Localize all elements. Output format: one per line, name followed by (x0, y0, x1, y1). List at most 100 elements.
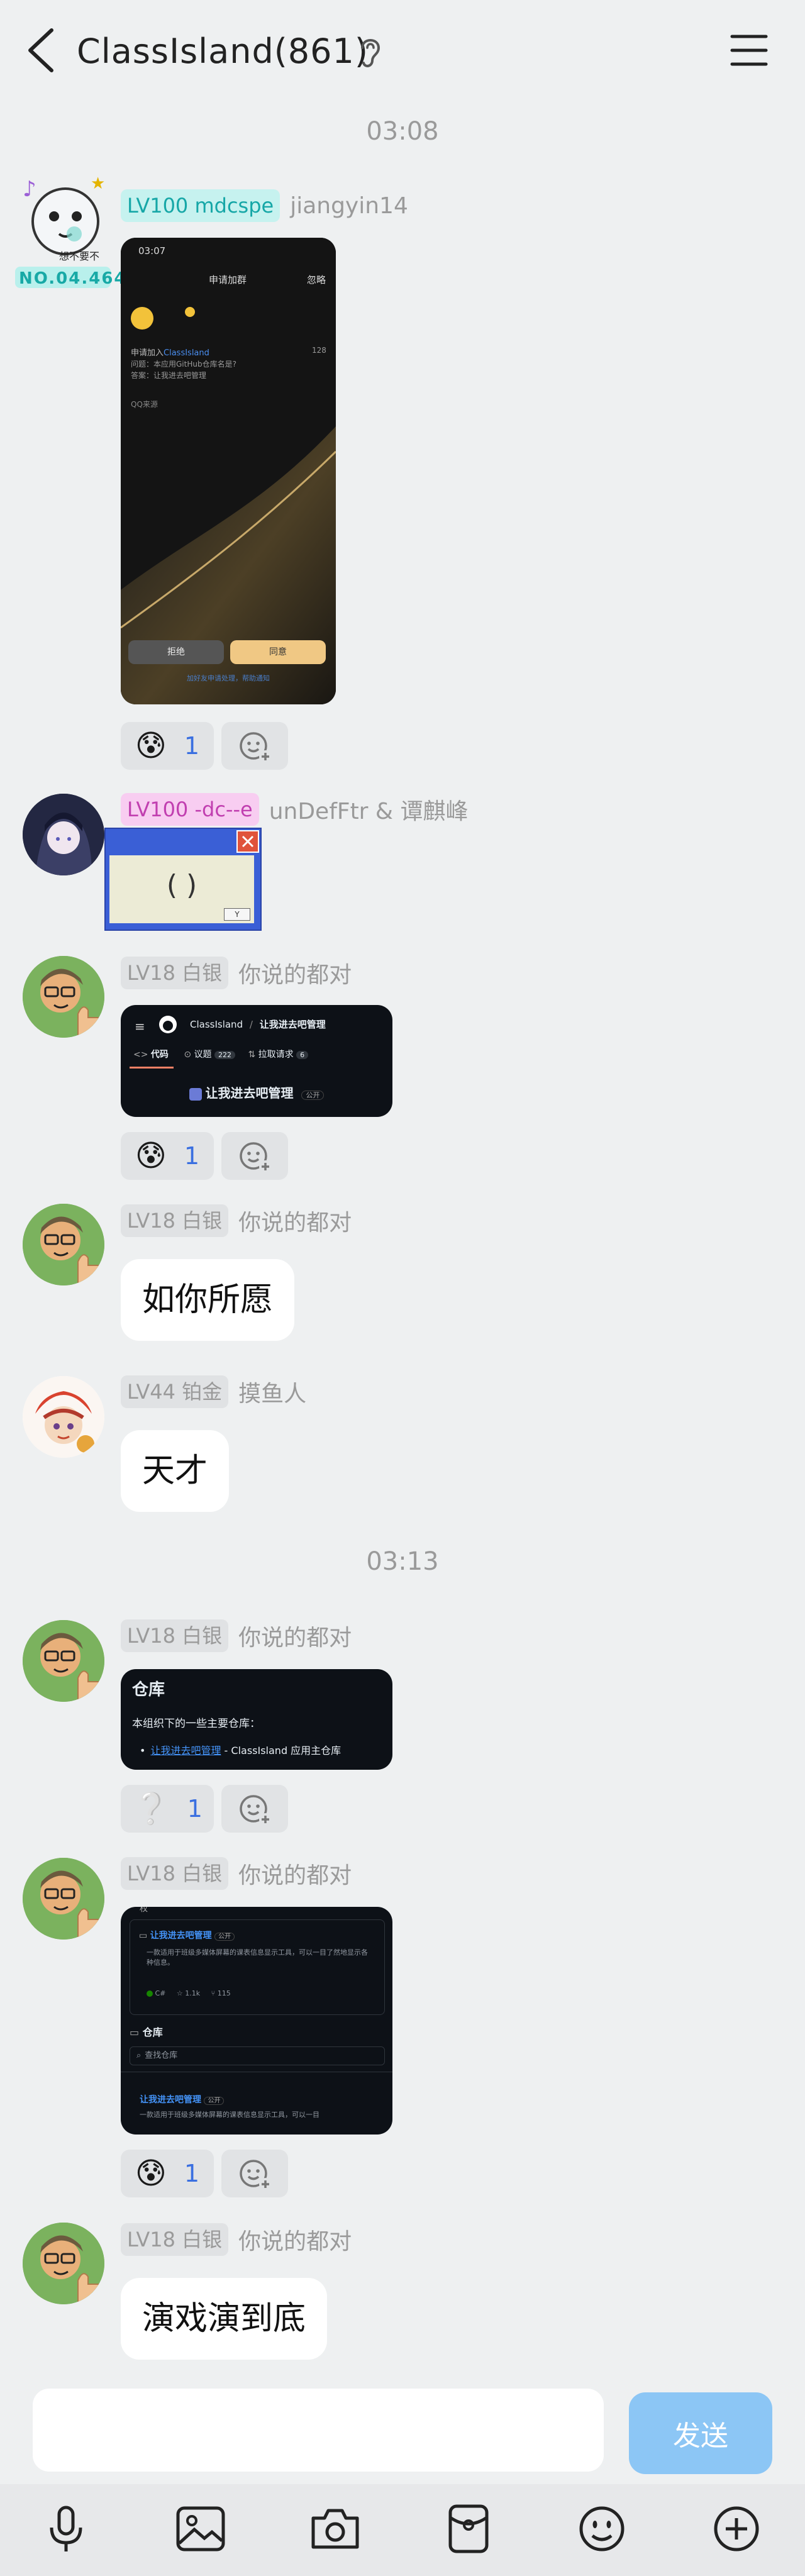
avatar-thumbs-up-icon (23, 1204, 104, 1285)
plus-icon[interactable] (708, 2501, 765, 2557)
chat-header: ClassIsland(861) (0, 0, 805, 101)
add-reaction-button[interactable] (221, 1785, 288, 1833)
gh-section: ▭ 仓库 (130, 2026, 163, 2038)
chat-title[interactable]: ClassIsland(861) (77, 29, 369, 74)
back-arrow-icon[interactable] (24, 26, 59, 74)
phone-reject-button: 拒绝 (128, 640, 224, 664)
send-button[interactable]: 发送 (629, 2392, 772, 2474)
svg-text:♪: ♪ (23, 177, 36, 202)
gh-repos-heading: 仓库 (132, 1680, 165, 1699)
microphone-icon[interactable] (38, 2501, 94, 2557)
phone-source: QQ来源 (131, 400, 158, 409)
sender-nickname[interactable]: 你说的都对 (238, 1619, 352, 1652)
avatar-thumbs-up-icon (23, 2223, 104, 2304)
message-input[interactable] (33, 2389, 604, 2472)
sticker-message[interactable]: ( ) Y (104, 828, 262, 931)
gh-cut-text: 权 (140, 1907, 148, 1914)
phone-apply: 申请加入ClassIsland (131, 348, 209, 358)
gh-repo-card: ▭ 让我进去吧管理 公开 一款适用于班级多媒体屏幕的课表信息显示工具，可以一目了… (130, 1919, 385, 2015)
add-reaction-button[interactable] (221, 2150, 288, 2197)
emoji-icon[interactable] (574, 2501, 630, 2557)
avatar[interactable] (23, 794, 104, 875)
avatar[interactable] (23, 1204, 104, 1285)
reaction-chip[interactable]: 😰 1 (121, 1132, 214, 1180)
cold-sweat-emoji-icon: 😰 (135, 2156, 167, 2191)
gh-search-box: ⌕ 查找仓库 (130, 2046, 385, 2065)
sender-nickname[interactable]: 摸鱼人 (238, 1375, 306, 1408)
input-toolbar (0, 2484, 805, 2576)
avatar-code: NO.04.464 (19, 269, 127, 288)
gh-tab-underline (130, 1067, 174, 1069)
gh-hamburger-icon: ≡ (135, 1019, 145, 1034)
reaction-chip[interactable]: 😰 1 (121, 2150, 214, 2197)
text-message[interactable]: 天才 (121, 1430, 230, 1512)
phone-accept-button: 同意 (230, 640, 326, 664)
image-message[interactable]: 仓库 本组织下的一些主要仓库： • 让我进去吧管理 - ClassIsland 应… (121, 1669, 392, 1770)
gh-pr-icon: ⇅ (248, 1050, 256, 1060)
sticker-text: ( ) (166, 869, 197, 901)
fork-icon: ⑂ (211, 1989, 216, 1997)
sender-nickname[interactable]: jiangyin14 (290, 193, 408, 219)
sticker-button: Y (224, 908, 250, 921)
sender-nickname[interactable]: unDefFtr & 谭麒峰 (269, 793, 469, 826)
avatar-lion-dance-icon (23, 1376, 104, 1458)
gh-repo-avatar-icon (189, 1087, 202, 1101)
image-message[interactable]: ≡ ClassIsland / 让我进去吧管理 <> 代码 ⊙ 议题 222 ⇅… (121, 1005, 392, 1117)
github-logo-icon (159, 1016, 177, 1033)
avatar[interactable] (23, 1620, 104, 1702)
phone-answer: 答案：让我进去吧管理 (131, 371, 207, 380)
phone-footer: 加好友申请处理，帮助通知 (187, 674, 270, 682)
text-message[interactable]: 演戏演到底 (121, 2278, 328, 2360)
gh-breadcrumb: ClassIsland / 让我进去吧管理 (190, 1019, 326, 1030)
menu-icon[interactable] (730, 31, 769, 69)
add-reaction-button[interactable] (221, 722, 288, 770)
sender-nickname[interactable]: 你说的都对 (238, 1857, 352, 1890)
timestamp: 03:08 (366, 117, 439, 146)
search-icon: ⌕ (136, 2051, 142, 2060)
star-icon: ☆ (176, 1989, 183, 1997)
add-reaction-icon (240, 1795, 272, 1826)
image-message[interactable]: 权 ▭ 让我进去吧管理 公开 一款适用于班级多媒体屏幕的课表信息显示工具，可以一… (121, 1907, 392, 2135)
add-reaction-button[interactable] (221, 1132, 288, 1180)
avatar-thumbs-up-icon (23, 956, 104, 1038)
sticker-body: ( ) Y (109, 855, 254, 923)
close-icon (236, 830, 259, 853)
sender-nickname[interactable]: 你说的都对 (238, 1204, 352, 1237)
red-packet-icon[interactable] (440, 2501, 497, 2557)
image-icon[interactable] (172, 2501, 229, 2557)
avatar[interactable] (23, 1858, 104, 1940)
avatar-anime-icon (23, 794, 104, 875)
level-badge: LV44 铂金 (121, 1375, 229, 1408)
reaction-count: 1 (184, 732, 200, 760)
camera-icon[interactable] (307, 2501, 364, 2557)
gh-tabs: <> 代码 ⊙ 议题 222 ⇅ 拉取请求 6 (133, 1048, 309, 1060)
ear-mode-icon[interactable] (356, 34, 384, 70)
level-badge: LV100 mdcspe (121, 189, 280, 222)
avatar[interactable]: ♪ ★ 想不要不 NO.04.464 (15, 171, 126, 291)
gh-repos-bullet: • 让我进去吧管理 - ClassIsland 应用主仓库 (140, 1745, 341, 1757)
phone-ignore: 忽略 (307, 274, 326, 286)
sender-nickname[interactable]: 你说的都对 (238, 957, 352, 989)
sender-nickname[interactable]: 你说的都对 (238, 2223, 352, 2256)
image-message[interactable]: 03:07 申请加群 忽略 申请加入ClassIsland 128 问题：本应用… (121, 238, 336, 704)
reaction-chip[interactable]: 😰 1 (121, 722, 214, 770)
level-badge: LV18 白银 (121, 1857, 229, 1890)
gh-repo-title: 让我进去吧管理 公开 (121, 1083, 392, 1101)
reaction-count: 1 (184, 1142, 200, 1170)
level-badge: LV100 -dc--e (121, 793, 259, 826)
avatar[interactable] (23, 2223, 104, 2304)
avatar[interactable] (23, 956, 104, 1038)
phone-question: 问题：本应用GitHub仓库名是? (131, 360, 236, 369)
avatar-caption: 想不要不 (59, 250, 100, 262)
reaction-count: 1 (184, 2160, 200, 2187)
text-message[interactable]: 如你所愿 (121, 1259, 295, 1341)
avatar[interactable] (23, 1376, 104, 1458)
phone-title: 申请加群 (209, 274, 247, 286)
reaction-chip[interactable]: ❔ 1 (121, 1785, 214, 1833)
level-badge: LV18 白银 (121, 1619, 229, 1652)
gh-issue-icon: ⊙ (184, 1050, 192, 1060)
phone-time: 03:07 (138, 245, 166, 257)
reaction-count: 1 (187, 1795, 203, 1823)
level-badge: LV18 白银 (121, 2223, 229, 2256)
level-badge: LV18 白银 (121, 1204, 229, 1237)
